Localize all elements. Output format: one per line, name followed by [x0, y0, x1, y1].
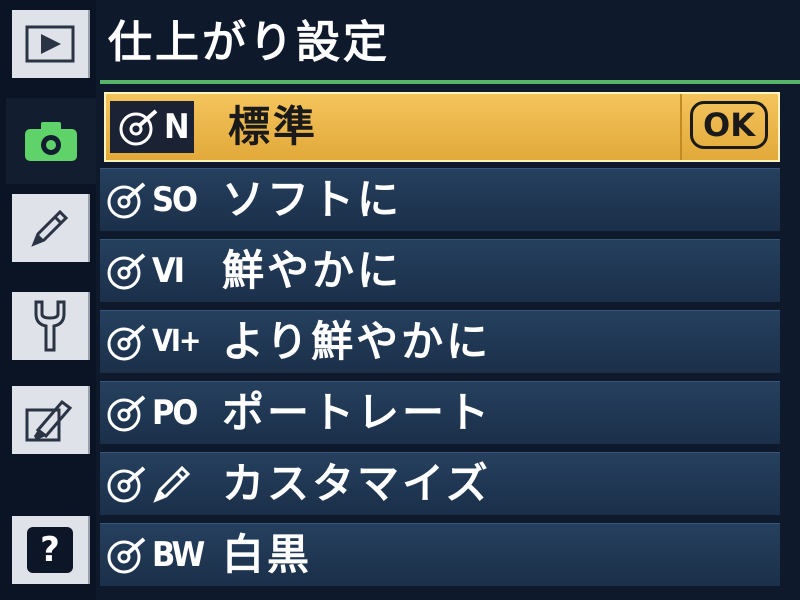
picture-control-menu: N 標準 OK SO ソフトに VI 鮮やかに VI+ より鮮やかに PO ポー… [100, 92, 780, 594]
picture-control-icon [107, 395, 146, 432]
item-label: ソフトに [222, 175, 403, 224]
wrench-icon [34, 300, 66, 352]
picture-control-icon [119, 109, 158, 146]
item-code: N [164, 107, 190, 147]
playback-tab[interactable] [12, 10, 90, 78]
menu-item-portrait[interactable]: PO ポートレート [100, 381, 780, 444]
play-icon [25, 25, 75, 63]
picture-control-icon [107, 466, 146, 503]
item-label: カスタマイズ [222, 459, 491, 508]
picture-control-icon [107, 537, 146, 574]
menu-tab-sidebar: ? [0, 0, 96, 600]
picture-control-icon: N [106, 96, 224, 158]
picture-control-icon [107, 253, 146, 290]
custom-settings-tab[interactable] [12, 194, 90, 262]
item-label: 標準 [228, 102, 319, 151]
item-code: BW [152, 535, 205, 575]
menu-item-monochrome[interactable]: BW 白黒 [100, 523, 780, 586]
item-code: SO [152, 180, 198, 220]
help-icon: ? [27, 527, 73, 573]
item-code: PO [152, 393, 198, 433]
menu-item-more-vivid[interactable]: VI+ より鮮やかに [100, 310, 780, 373]
menu-item-vivid[interactable]: VI 鮮やかに [100, 239, 780, 302]
menu-item-customize[interactable]: カスタマイズ [100, 452, 780, 515]
ok-divider [680, 94, 682, 160]
retouch-tab[interactable] [12, 386, 90, 454]
pencil-icon [31, 209, 69, 247]
menu-item-soft[interactable]: SO ソフトに [100, 168, 780, 231]
picture-control-icon [107, 324, 146, 361]
pencil-icon [153, 465, 191, 503]
menu-item-standard[interactable]: N 標準 OK [104, 92, 780, 162]
setup-tab[interactable] [12, 292, 90, 360]
help-tab[interactable]: ? [12, 516, 90, 584]
ok-button[interactable]: OK [690, 101, 768, 149]
page-title: 仕上がり設定 [108, 17, 390, 68]
retouch-brush-icon [25, 399, 73, 442]
item-label: 鮮やかに [222, 246, 403, 295]
shooting-tab[interactable] [6, 98, 96, 184]
picture-control-icon [107, 182, 146, 219]
item-code: VI [152, 251, 185, 291]
item-label: より鮮やかに [222, 317, 492, 366]
title-divider [100, 80, 800, 84]
camera-icon [25, 122, 77, 161]
item-label: 白黒 [222, 530, 313, 579]
item-code: VI+ [152, 324, 202, 359]
item-label: ポートレート [222, 388, 493, 437]
